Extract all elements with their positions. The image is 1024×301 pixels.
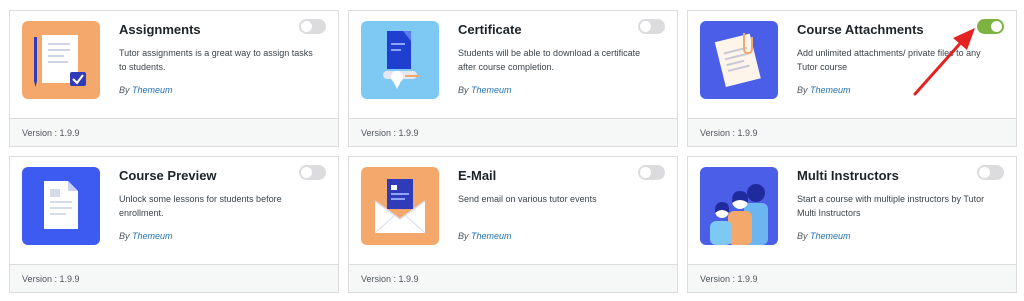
addon-title: Assignments xyxy=(119,22,201,37)
addon-author: By Themeum xyxy=(119,231,173,241)
addon-description: Send email on various tutor events xyxy=(458,194,597,204)
addon-toggle[interactable] xyxy=(977,165,1004,180)
addon-description: Students will be able to download a cert… xyxy=(458,48,641,72)
instructors-icon xyxy=(700,167,778,245)
addon-author: By Themeum xyxy=(119,85,173,95)
annotation-arrow-icon xyxy=(913,28,975,96)
author-link[interactable]: Themeum xyxy=(810,85,851,95)
addon-description: Start a course with multiple instructors… xyxy=(797,194,985,218)
author-link[interactable]: Themeum xyxy=(471,85,512,95)
author-link[interactable]: Themeum xyxy=(132,85,173,95)
addon-toggle[interactable] xyxy=(299,165,326,180)
author-by-label: By xyxy=(458,85,469,95)
author-by-label: By xyxy=(119,231,130,241)
author-by-label: By xyxy=(797,231,808,241)
addon-title: Certificate xyxy=(458,22,522,37)
addon-version: Version : 1.9.9 xyxy=(688,118,1016,146)
addon-version: Version : 1.9.9 xyxy=(10,264,338,292)
addon-author: By Themeum xyxy=(458,231,512,241)
addon-card-email: E-Mail Send email on various tutor event… xyxy=(348,156,678,293)
toggle-knob xyxy=(640,21,651,32)
addon-card-assignments: Assignments Tutor assignments is a great… xyxy=(9,10,339,147)
addon-title: Multi Instructors xyxy=(797,168,899,183)
certificate-icon xyxy=(361,21,439,99)
addon-version: Version : 1.9.9 xyxy=(688,264,1016,292)
addon-card-course-preview: Course Preview Unlock some lessons for s… xyxy=(9,156,339,293)
addon-version: Version : 1.9.9 xyxy=(349,118,677,146)
addon-card-certificate: Certificate Students will be able to dow… xyxy=(348,10,678,147)
addon-toggle[interactable] xyxy=(638,165,665,180)
toggle-knob xyxy=(979,167,990,178)
toggle-knob xyxy=(301,21,312,32)
author-link[interactable]: Themeum xyxy=(810,231,851,241)
author-by-label: By xyxy=(797,85,808,95)
author-by-label: By xyxy=(458,231,469,241)
author-by-label: By xyxy=(119,85,130,95)
addon-version: Version : 1.9.9 xyxy=(349,264,677,292)
addon-description: Tutor assignments is a great way to assi… xyxy=(119,48,313,72)
addon-title: E-Mail xyxy=(458,168,497,183)
assignment-icon xyxy=(22,21,100,99)
document-preview-icon xyxy=(22,167,100,245)
attachment-icon xyxy=(700,21,778,99)
toggle-knob xyxy=(640,167,651,178)
author-link[interactable]: Themeum xyxy=(471,231,512,241)
toggle-knob xyxy=(991,21,1002,32)
toggle-knob xyxy=(301,167,312,178)
addon-toggle[interactable] xyxy=(299,19,326,34)
addon-card-multi-instructors: Multi Instructors Start a course with mu… xyxy=(687,156,1017,293)
addon-toggle[interactable] xyxy=(638,19,665,34)
addon-title: Course Preview xyxy=(119,168,217,183)
addon-author: By Themeum xyxy=(458,85,512,95)
author-link[interactable]: Themeum xyxy=(132,231,173,241)
addon-description: Unlock some lessons for students before … xyxy=(119,194,282,218)
email-envelope-icon xyxy=(361,167,439,245)
addon-author: By Themeum xyxy=(797,85,851,95)
addon-author: By Themeum xyxy=(797,231,851,241)
addon-version: Version : 1.9.9 xyxy=(10,118,338,146)
